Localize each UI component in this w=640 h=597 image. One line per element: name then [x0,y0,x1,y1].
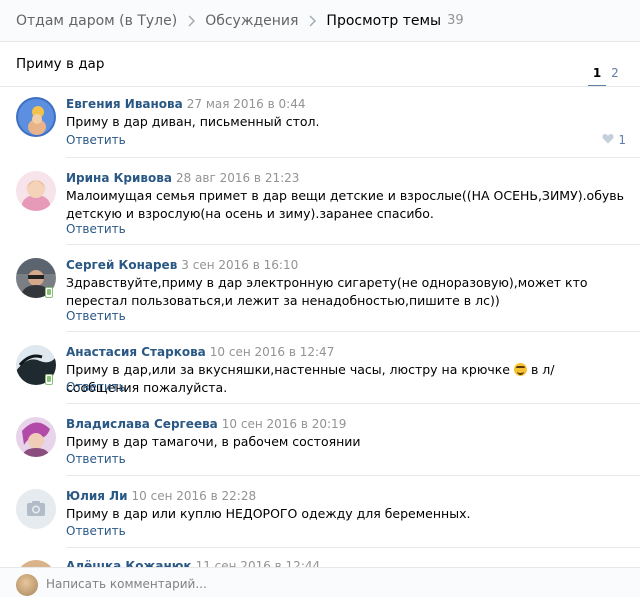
comment-item: Анастасия Старкова 10 сен 2016 в 12:47 Пр… [0,332,640,404]
avatar[interactable] [16,171,56,211]
mobile-online-icon [45,374,53,385]
comment-meta: Анастасия Старкова 10 сен 2016 в 12:47 [66,345,334,359]
camera-placeholder-icon[interactable] [16,489,56,529]
comment-text: Приму в дар диван, письменный стол. [66,114,320,129]
breadcrumb-current: Просмотр темы [326,12,442,29]
heart-icon [602,133,614,147]
avatar[interactable] [16,574,38,596]
comment-text: Приму в дар или куплю НЕДОРОГО одежду дл… [66,506,471,521]
comment-date[interactable]: 10 сен 2016 в 22:28 [132,489,257,503]
author-link[interactable]: Владислава Сергеева [66,417,218,431]
comment-meta: Владислава Сергеева 10 сен 2016 в 20:19 [66,417,346,431]
comment-text-part: Приму в дар,или за вкусняшки,настенные ч… [66,362,510,377]
grinning-emoji-icon [513,363,527,376]
divider [66,547,640,548]
comment-meta: Ирина Кривова 28 авг 2016 в 21:23 [66,171,299,185]
mobile-online-icon [45,287,53,298]
comment-date[interactable]: 27 мая 2016 в 0:44 [187,97,306,111]
comment-text: Здравствуйте,приму в дар электронную сиг… [66,275,588,308]
comment-composer [0,567,640,597]
comment-meta: Евгения Иванова 27 мая 2016 в 0:44 [66,97,305,111]
comment-input[interactable] [46,573,624,595]
comment-item: Юлия Ли 10 сен 2016 в 22:28 Приму в дар и… [0,476,640,548]
like-button[interactable]: 1 [602,133,626,147]
comment-item: Владислава Сергеева 10 сен 2016 в 20:19 П… [0,404,640,476]
topic-title: Приму в дар [16,56,105,72]
avatar[interactable] [16,97,56,137]
comment-item: Сергей Конарев 3 сен 2016 в 16:10 Здравст… [0,245,640,332]
comment-meta: Юлия Ли 10 сен 2016 в 22:28 [66,489,256,503]
comment-item: Ирина Кривова 28 авг 2016 в 21:23 Малоиму… [0,158,640,245]
page-2-link[interactable]: 2 [606,66,624,87]
reply-link[interactable]: Ответить [66,222,126,236]
comment-count: 39 [447,13,464,28]
breadcrumb-bar: Отдам даром (в Туле) Обсуждения Просмотр… [0,0,640,42]
comment-meta: Сергей Конарев 3 сен 2016 в 16:10 [66,258,298,272]
chevron-right-icon [187,15,196,27]
comment-text: Малоимущая семья примет в дар вещи детск… [66,188,625,221]
author-link[interactable]: Анастасия Старкова [66,345,206,359]
avatar[interactable] [16,417,56,457]
comment-date[interactable]: 10 сен 2016 в 12:47 [210,345,335,359]
reply-link[interactable]: Ответить [66,380,126,394]
comment-item: Евгения Иванова 27 мая 2016 в 0:44 Приму … [0,87,640,158]
comment-date[interactable]: 3 сен 2016 в 16:10 [181,258,298,272]
breadcrumb-group-link[interactable]: Отдам даром (в Туле) [16,13,177,29]
pagination: 1 2 [588,66,624,87]
comment-text: Приму в дар,или за вкусняшки,настенные ч… [66,361,626,397]
reply-link[interactable]: Ответить [66,452,126,466]
comment-text: Приму в дар тамагочи, в рабочем состояни… [66,434,361,449]
comment-date[interactable]: 28 авг 2016 в 21:23 [176,171,299,185]
like-count: 1 [618,133,626,147]
reply-link[interactable]: Ответить [66,133,126,147]
reply-link[interactable]: Ответить [66,309,126,323]
author-link[interactable]: Сергей Конарев [66,258,177,272]
chevron-right-icon [308,15,317,27]
page-1-link[interactable]: 1 [588,66,606,87]
reply-link[interactable]: Ответить [66,524,126,538]
author-link[interactable]: Евгения Иванова [66,97,183,111]
author-link[interactable]: Юлия Ли [66,489,128,503]
author-link[interactable]: Ирина Кривова [66,171,172,185]
comment-date[interactable]: 10 сен 2016 в 20:19 [222,417,347,431]
breadcrumb-discussions-link[interactable]: Обсуждения [205,13,298,29]
